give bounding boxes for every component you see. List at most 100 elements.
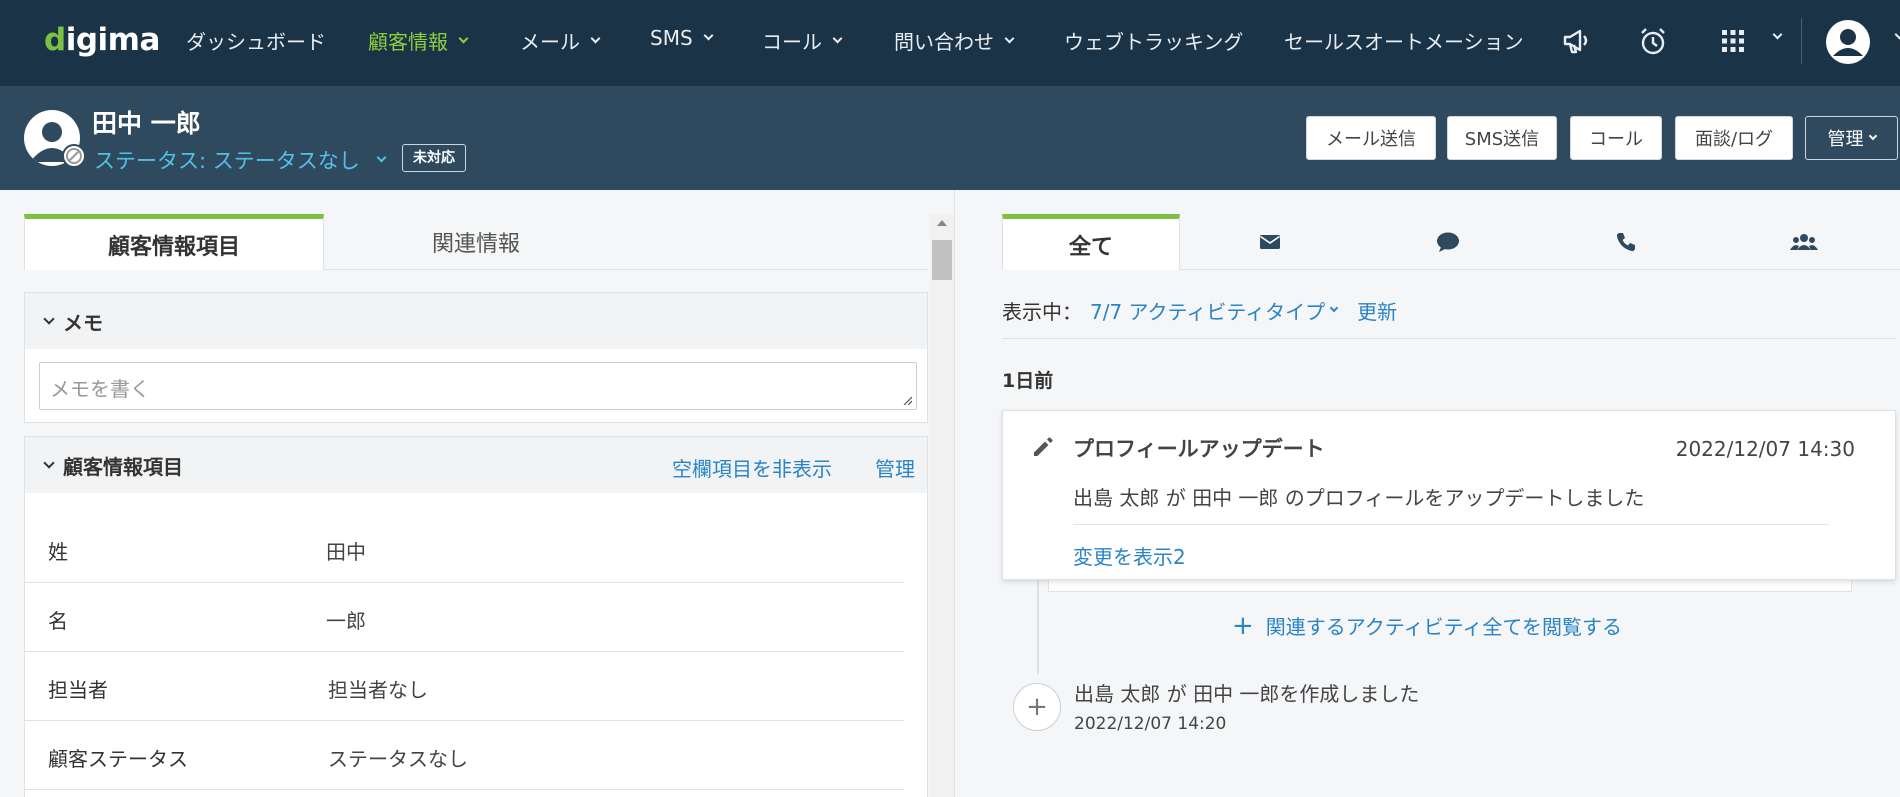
activity-description: 出島 太郎 が 田中 一郎 のプロフィールをアップデートしました xyxy=(1073,486,1645,510)
manage-dropdown-button[interactable]: 管理 xyxy=(1805,116,1898,160)
chevron-down-icon[interactable] xyxy=(1894,29,1900,40)
tab-all-activities[interactable]: 全て xyxy=(1002,214,1180,270)
filter-divider xyxy=(1002,338,1896,339)
chat-bubble-icon xyxy=(1437,232,1459,252)
timeline-line xyxy=(1037,580,1039,674)
nav-sms[interactable]: SMS xyxy=(650,26,714,50)
customer-name: 田中 一郎 xyxy=(92,109,201,138)
tab-mail[interactable] xyxy=(1181,214,1359,270)
view-related-activities-link[interactable]: + 関連するアクティビティ全てを閲覧する xyxy=(1232,611,1622,640)
chevron-down-icon xyxy=(590,33,601,43)
tab-customer-info-fields[interactable]: 顧客情報項目 xyxy=(24,214,324,270)
customer-info-section-title: 顧客情報項目 xyxy=(63,454,183,479)
memo-input[interactable]: メモを書く xyxy=(39,362,917,410)
activity-type-dropdown[interactable]: 7/7 アクティビティタイプ xyxy=(1090,296,1339,325)
megaphone-icon[interactable] xyxy=(1560,24,1594,58)
chevron-down-icon xyxy=(376,152,387,163)
plus-circle-icon: + xyxy=(1013,683,1061,731)
nav-customer-info-label: 顧客情報 xyxy=(368,30,448,54)
left-panel-scrollbar[interactable] xyxy=(930,214,954,797)
status-dropdown[interactable]: ステータス: ステータスなし xyxy=(94,145,387,175)
nav-web-tracking-label: ウェブトラッキング xyxy=(1064,30,1244,54)
activity-card: プロフィールアップデート 2022/12/07 14:30 出島 太郎 が 田中… xyxy=(1002,410,1896,580)
top-navigation-bar: digima ダッシュボード 顧客情報 メール SMS コール 問い合わせ ウェ… xyxy=(0,0,1900,86)
activity-divider xyxy=(1073,524,1829,525)
chevron-down-icon xyxy=(458,33,469,43)
nav-mail-label: メール xyxy=(520,30,580,54)
call-button[interactable]: コール xyxy=(1570,116,1662,160)
created-activity-timestamp: 2022/12/07 14:20 xyxy=(1074,714,1227,734)
nav-web-tracking[interactable]: ウェブトラッキング xyxy=(1064,26,1243,55)
status-label: ステータス: ステータスなし xyxy=(94,149,360,173)
nav-call[interactable]: コール xyxy=(762,26,843,55)
field-row-last-name: 姓 田中 xyxy=(24,514,904,583)
plus-icon: + xyxy=(1232,610,1254,641)
scroll-up-arrow-icon[interactable] xyxy=(937,220,947,226)
send-sms-button[interactable]: SMS送信 xyxy=(1447,116,1557,160)
nav-dashboard-label: ダッシュボード xyxy=(186,30,326,54)
user-avatar-icon[interactable] xyxy=(1824,18,1872,66)
field-label: 姓 xyxy=(48,540,68,564)
activity-title: プロフィールアップデート xyxy=(1073,437,1325,461)
digima-logo[interactable]: digima xyxy=(44,22,160,58)
tab-chat[interactable] xyxy=(1359,214,1537,270)
field-value[interactable]: 田中 xyxy=(326,536,366,565)
tab-phone[interactable] xyxy=(1537,214,1715,270)
field-row-customer-status: 顧客ステータス ステータスなし xyxy=(24,721,904,790)
chevron-down-icon xyxy=(43,312,55,325)
filter-prefix: 表示中： xyxy=(1002,300,1082,324)
chevron-down-icon xyxy=(1004,33,1015,43)
nav-inquiry-label: 問い合わせ xyxy=(894,30,994,54)
meeting-log-button[interactable]: 面談/ログ xyxy=(1675,116,1793,160)
chevron-down-icon xyxy=(1329,303,1339,313)
nav-customer-info[interactable]: 顧客情報 xyxy=(368,26,469,55)
nav-sms-label: SMS xyxy=(650,26,693,50)
activity-type-label: 7/7 アクティビティタイプ xyxy=(1090,300,1326,324)
chevron-down-icon xyxy=(832,33,843,43)
memo-placeholder: メモを書く xyxy=(50,377,150,401)
pencil-icon xyxy=(1034,437,1053,456)
alarm-clock-icon[interactable] xyxy=(1636,24,1670,58)
customer-info-section-header[interactable]: 顧客情報項目 空欄項目を非表示 管理 xyxy=(25,437,927,493)
nav-mail[interactable]: メール xyxy=(520,26,601,55)
nav-inquiry[interactable]: 問い合わせ xyxy=(894,26,1015,55)
chevron-down-icon xyxy=(703,30,714,41)
scroll-thumb[interactable] xyxy=(932,240,952,280)
send-email-button[interactable]: メール送信 xyxy=(1306,116,1436,160)
nav-dashboard[interactable]: ダッシュボード xyxy=(186,26,326,55)
field-label: 顧客ステータス xyxy=(48,747,188,771)
field-row-first-name: 名 一郎 xyxy=(24,583,904,652)
field-value[interactable]: 一郎 xyxy=(326,605,366,634)
nav-sales-automation-label: セールスオートメーション xyxy=(1284,30,1524,54)
memo-section-header[interactable]: メモ xyxy=(25,293,927,349)
related-link-label: 関連するアクティビティ全てを閲覧する xyxy=(1265,615,1622,639)
field-label: 名 xyxy=(48,609,68,633)
chevron-down-icon xyxy=(1868,131,1877,140)
tab-people[interactable] xyxy=(1715,214,1893,270)
people-icon xyxy=(1790,234,1818,250)
chevron-down-icon[interactable] xyxy=(1772,29,1783,40)
resize-grip-icon[interactable] xyxy=(902,395,912,405)
manage-label: 管理 xyxy=(1827,129,1864,150)
no-entry-icon xyxy=(62,144,86,168)
chevron-down-icon xyxy=(43,456,55,469)
nav-divider xyxy=(1801,18,1802,64)
nav-sales-automation[interactable]: セールスオートメーション xyxy=(1284,26,1524,55)
field-value[interactable]: 担当者なし xyxy=(328,674,428,703)
apps-grid-icon[interactable] xyxy=(1716,24,1750,58)
show-changes-link[interactable]: 変更を表示2 xyxy=(1073,541,1186,570)
field-value[interactable]: ステータスなし xyxy=(328,743,468,772)
refresh-link[interactable]: 更新 xyxy=(1357,296,1397,325)
manage-fields-link[interactable]: 管理 xyxy=(875,453,915,482)
day-group-label: 1日前 xyxy=(1002,370,1054,392)
created-activity-text: 出島 太郎 が 田中 一郎を作成しました xyxy=(1074,682,1420,706)
hide-empty-fields-link[interactable]: 空欄項目を非表示 xyxy=(672,453,832,482)
status-badge: 未対応 xyxy=(402,144,466,172)
nav-call-label: コール xyxy=(762,30,822,54)
activity-timestamp: 2022/12/07 14:30 xyxy=(1675,437,1855,461)
memo-section: メモ メモを書く xyxy=(24,292,928,423)
phone-icon xyxy=(1616,233,1635,252)
stacked-card-edge xyxy=(1048,580,1852,592)
memo-title: メモ xyxy=(63,310,103,335)
tab-related-info[interactable]: 関連情報 xyxy=(326,214,626,270)
